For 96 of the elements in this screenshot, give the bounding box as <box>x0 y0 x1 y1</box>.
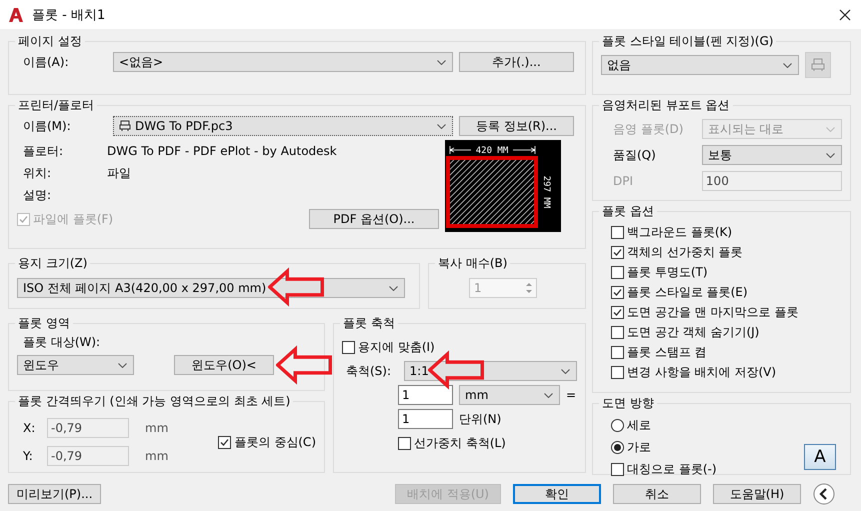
annotation-arrow <box>268 267 324 307</box>
info-label: 위치: <box>22 164 52 182</box>
unit-label: 단위(N) <box>459 410 502 428</box>
window-button[interactable]: 윈도우(O)< <box>174 355 274 375</box>
plot-style-dropdown[interactable]: 없음 <box>601 55 799 75</box>
info-label: 플로터: <box>22 142 64 160</box>
chevron-down-icon <box>783 62 792 68</box>
page-setup-dropdown[interactable]: <없음> <box>113 52 453 72</box>
annotation-arrow <box>276 345 332 385</box>
pdf-options-button[interactable]: PDF 옵션(O)... <box>309 209 439 229</box>
dialog-button[interactable]: 확인 <box>513 484 601 504</box>
section-title: 음영처리된 뷰포트 옵션 <box>601 97 731 114</box>
radio-label: 세로 <box>627 416 651 434</box>
offset-input[interactable]: -0,79 <box>47 418 129 438</box>
checkbox-label: 플롯 투명도(T) <box>627 264 708 280</box>
info-value: 파일 <box>107 164 131 182</box>
field-label: 축척(S): <box>345 362 392 380</box>
section-title: 플롯 영역 <box>17 315 71 332</box>
checkbox[interactable] <box>611 266 624 278</box>
printer-dropdown[interactable]: DWG To PDF.pc3 <box>113 116 453 136</box>
section-title: 페이지 설정 <box>17 33 83 50</box>
checkbox-label: 도면 공간 객체 숨기기(J) <box>627 324 760 340</box>
app-logo-icon <box>8 6 24 22</box>
viewport-option-dropdown[interactable]: 보통 <box>702 145 842 165</box>
radio-button[interactable] <box>611 418 624 432</box>
chevron-down-icon <box>826 152 835 158</box>
field-label: 품질(Q) <box>612 146 657 164</box>
checkbox[interactable] <box>342 340 355 354</box>
offset-input[interactable]: -0,79 <box>47 446 129 466</box>
chevron-down-icon <box>561 368 570 374</box>
plotter-icon <box>119 120 131 132</box>
checkbox[interactable] <box>611 366 624 378</box>
paper-size-dropdown[interactable]: ISO 전체 페이지 A3(420,00 x 297,00 mm) <box>17 278 405 298</box>
plotter-icon <box>811 58 825 72</box>
unit-label: mm <box>145 449 168 463</box>
checkbox-label: 대칭으로 플롯(-) <box>627 460 717 478</box>
chevron-down-icon <box>544 392 553 398</box>
section-title: 플롯 스타일 테이블(펜 지정)(G) <box>601 33 774 50</box>
chevron-down-icon <box>389 286 398 290</box>
add-button[interactable]: 추가(.)... <box>459 52 574 72</box>
checkbox-label: 용지에 맞춤(I) <box>358 338 435 356</box>
section-title: 플롯 옵션 <box>601 203 655 220</box>
checkbox-label: 플롯의 중심(C) <box>234 434 316 450</box>
scale-input[interactable]: 1 <box>398 385 453 405</box>
unit-dropdown[interactable]: mm <box>459 385 560 405</box>
chevron-down-icon <box>437 124 446 128</box>
checkbox[interactable] <box>611 306 624 318</box>
scale-input[interactable]: 1 <box>398 409 453 429</box>
window-title: 플롯 - 배치1 <box>32 6 106 24</box>
checkbox[interactable] <box>611 286 624 298</box>
field-label: X: <box>22 421 36 435</box>
field-label: 이름(M): <box>22 118 72 134</box>
section-title: 프린터/플로터 <box>17 97 96 114</box>
field-label: 음영 플롯(D) <box>612 120 684 138</box>
checkbox-label: 도면 공간을 맨 마지막으로 플롯 <box>627 304 798 320</box>
section-title: 플롯 간격띄우기 (인쇄 가능 영역으로의 최초 세트) <box>17 393 292 410</box>
section-title: 용지 크기(Z) <box>17 255 88 272</box>
chevron-down-icon <box>826 126 835 132</box>
section-title: 플롯 축척 <box>342 315 396 332</box>
info-label: 설명: <box>22 186 52 204</box>
checkbox[interactable] <box>611 462 624 476</box>
section-title: 도면 방향 <box>601 395 655 412</box>
checkbox-label: 선가중치 축척(L) <box>414 434 506 452</box>
checkbox[interactable] <box>611 346 624 358</box>
field-label: DPI <box>612 174 634 188</box>
field-label: 이름(A): <box>22 54 70 70</box>
plot-area-dropdown[interactable]: 윈도우 <box>17 355 134 375</box>
equals-sign: = <box>566 388 576 402</box>
field-label: 플롯 대상(W): <box>22 334 102 351</box>
dialog-button[interactable]: 취소 <box>613 484 701 504</box>
properties-button[interactable]: 등록 정보(R)... <box>459 116 574 136</box>
radio-label: 가로 <box>627 438 651 456</box>
checkbox-label: 플롯 스탬프 켬 <box>627 344 707 360</box>
checkbox-label: 변경 사항을 배치에 저장(V) <box>627 364 776 380</box>
orientation-preview: A <box>804 444 836 470</box>
checkbox[interactable] <box>218 436 232 448</box>
checkbox[interactable] <box>611 226 624 238</box>
checkbox-label: 파일에 플롯(F) <box>33 210 114 228</box>
paper-width-label: 420 MM <box>476 146 508 156</box>
checkbox[interactable] <box>611 326 624 338</box>
section-title: 복사 매수(B) <box>437 255 508 272</box>
checkbox-label: 백그라운드 플롯(K) <box>627 224 732 240</box>
preview-button[interactable]: 미리보기(P)... <box>8 484 101 504</box>
checkbox-label: 플롯 스타일로 플롯(E) <box>627 284 748 300</box>
checkbox-label: 객체의 선가중치 플롯 <box>627 244 743 260</box>
chevron-down-icon <box>437 60 446 64</box>
paper-height-label: 297 MM <box>541 176 551 208</box>
close-icon[interactable] <box>839 8 851 20</box>
checkbox[interactable] <box>398 436 411 450</box>
checkbox[interactable] <box>611 246 624 258</box>
chevron-down-icon <box>118 362 127 368</box>
field-label: Y: <box>22 449 34 463</box>
radio-button[interactable] <box>611 440 624 454</box>
unit-label: mm <box>145 421 168 435</box>
dialog-button[interactable]: 도움말(H) <box>713 484 801 504</box>
info-value: DWG To PDF - PDF ePlot - by Autodesk <box>107 144 337 158</box>
